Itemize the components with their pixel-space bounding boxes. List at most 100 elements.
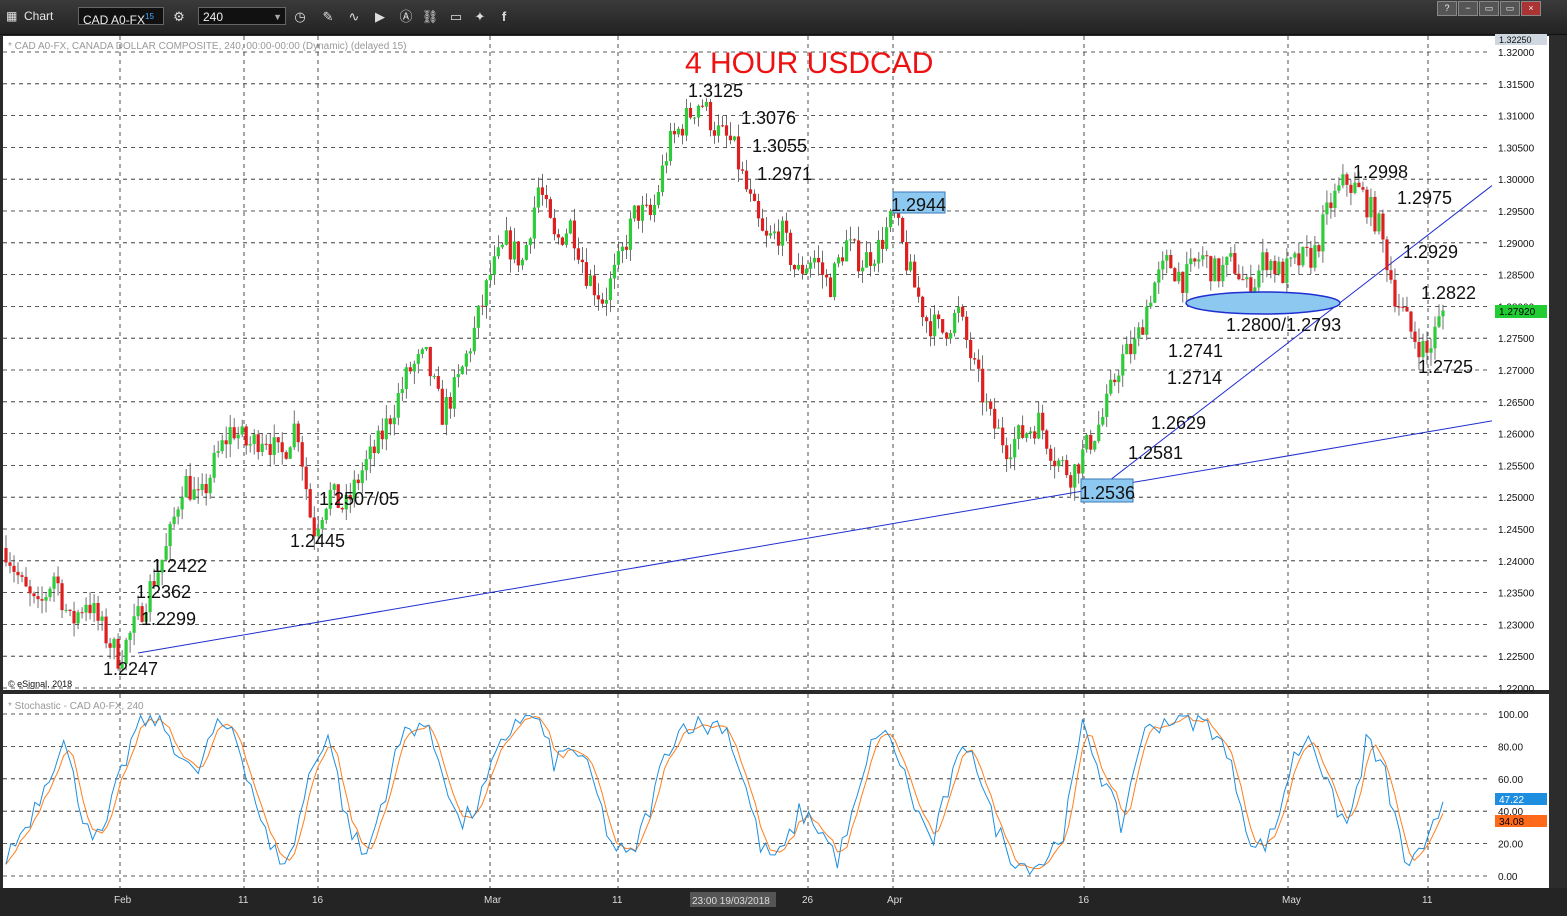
label-13055: 1.3055 xyxy=(752,136,807,156)
candle-body xyxy=(885,227,889,249)
candle-body xyxy=(496,247,500,257)
candle-body xyxy=(732,136,737,141)
candle-body xyxy=(372,446,376,453)
candle-body xyxy=(1441,310,1445,317)
candle-body xyxy=(1193,258,1197,262)
price-tick-label: 1.25500 xyxy=(1498,461,1535,472)
label-12507: 1.2507/05 xyxy=(319,489,399,509)
candle-body xyxy=(784,220,789,233)
candle-body xyxy=(1033,431,1037,439)
candle-body xyxy=(84,604,88,613)
label-12445: 1.2445 xyxy=(290,531,345,551)
time-tick-label: Feb xyxy=(114,895,132,906)
candle-body xyxy=(516,241,520,266)
time-tick-label: 11 xyxy=(238,895,249,906)
candle-body xyxy=(48,588,52,598)
stoch-tick-label: 20.00 xyxy=(1498,840,1523,851)
candle-body xyxy=(716,125,721,136)
candle-body xyxy=(1145,306,1149,335)
candle-body xyxy=(80,612,84,614)
candle-body xyxy=(1009,457,1013,460)
candle-body xyxy=(941,319,945,333)
candle-body xyxy=(648,204,653,216)
candle-body xyxy=(957,306,961,314)
candle-body xyxy=(1269,260,1273,271)
price-tick-label: 1.22000 xyxy=(1498,684,1535,695)
candle-body xyxy=(64,609,68,611)
candle-body xyxy=(416,353,420,364)
candle-body xyxy=(580,259,585,263)
candle-body xyxy=(612,264,617,279)
candle-body xyxy=(828,277,833,298)
candle-body xyxy=(1377,213,1381,232)
candle-body xyxy=(428,346,432,377)
candle-body xyxy=(712,130,717,136)
candle-body xyxy=(676,128,681,135)
price-tick-label: 1.31500 xyxy=(1498,80,1535,91)
candle-body xyxy=(560,237,564,245)
candle-body xyxy=(1017,425,1021,439)
candle-body xyxy=(840,257,845,262)
label-12422: 1.2422 xyxy=(152,556,207,576)
candle-body xyxy=(704,101,709,107)
label-13076: 1.3076 xyxy=(741,108,796,128)
candle-body xyxy=(188,475,192,500)
price-tick-label: 1.24500 xyxy=(1498,525,1535,536)
candle-body xyxy=(292,423,296,448)
candle-body xyxy=(756,200,761,219)
candle-body xyxy=(1061,460,1065,462)
candle-body xyxy=(108,643,112,648)
candle-body xyxy=(772,231,777,234)
candle-body xyxy=(588,275,593,286)
candle-body xyxy=(20,575,24,577)
candle-body xyxy=(780,220,785,246)
stoch-tick-label: 0.00 xyxy=(1498,872,1518,883)
candle-body xyxy=(1077,464,1081,474)
candle-body xyxy=(1129,343,1133,355)
candle-body xyxy=(572,220,576,249)
candle-body xyxy=(1001,427,1005,446)
chart-canvas[interactable]: 1.32000 1.31500 1.31000 1.30500 1.30000 1.295… xyxy=(0,0,1567,916)
candle-body xyxy=(1389,270,1393,280)
label-12581: 1.2581 xyxy=(1128,443,1183,463)
candle-body xyxy=(500,244,504,248)
candle-body xyxy=(1373,196,1377,232)
candle-body xyxy=(172,516,176,525)
candle-body xyxy=(396,393,400,418)
price-panel[interactable] xyxy=(3,36,1493,690)
candle-body xyxy=(1393,279,1397,307)
label-12536: 1.2536 xyxy=(1080,483,1135,503)
candle-body xyxy=(72,610,76,624)
candle-body xyxy=(977,359,981,369)
candle-body xyxy=(933,314,937,337)
right-scrollbar[interactable] xyxy=(1549,36,1565,888)
candle-body xyxy=(740,169,745,171)
candle-body xyxy=(380,430,384,440)
candle-body xyxy=(480,305,484,307)
stochastic-axis[interactable] xyxy=(1493,694,1549,888)
candle-body xyxy=(1133,338,1137,355)
candle-body xyxy=(128,632,132,640)
candle-body xyxy=(949,333,953,339)
candle-body xyxy=(436,376,440,389)
candle-body xyxy=(1285,258,1289,283)
candle-body xyxy=(981,368,985,403)
candle-body xyxy=(764,230,769,236)
candle-body xyxy=(796,264,801,270)
candle-body xyxy=(324,508,328,520)
candle-body xyxy=(680,128,685,136)
candle-body xyxy=(1413,331,1417,342)
price-tick-label: 1.30000 xyxy=(1498,175,1535,186)
candle-body xyxy=(60,583,64,611)
candle-body xyxy=(1169,255,1173,269)
candle-body xyxy=(624,246,629,250)
candle-body xyxy=(632,205,637,219)
candle-body xyxy=(176,509,180,517)
candle-body xyxy=(1421,340,1425,358)
candle-body xyxy=(1245,277,1249,280)
candle-body xyxy=(1097,424,1101,442)
candle-body xyxy=(1013,438,1017,458)
candle-body xyxy=(736,136,741,170)
time-tick-label: 16 xyxy=(312,895,324,906)
stochastic-panel[interactable] xyxy=(3,694,1493,888)
